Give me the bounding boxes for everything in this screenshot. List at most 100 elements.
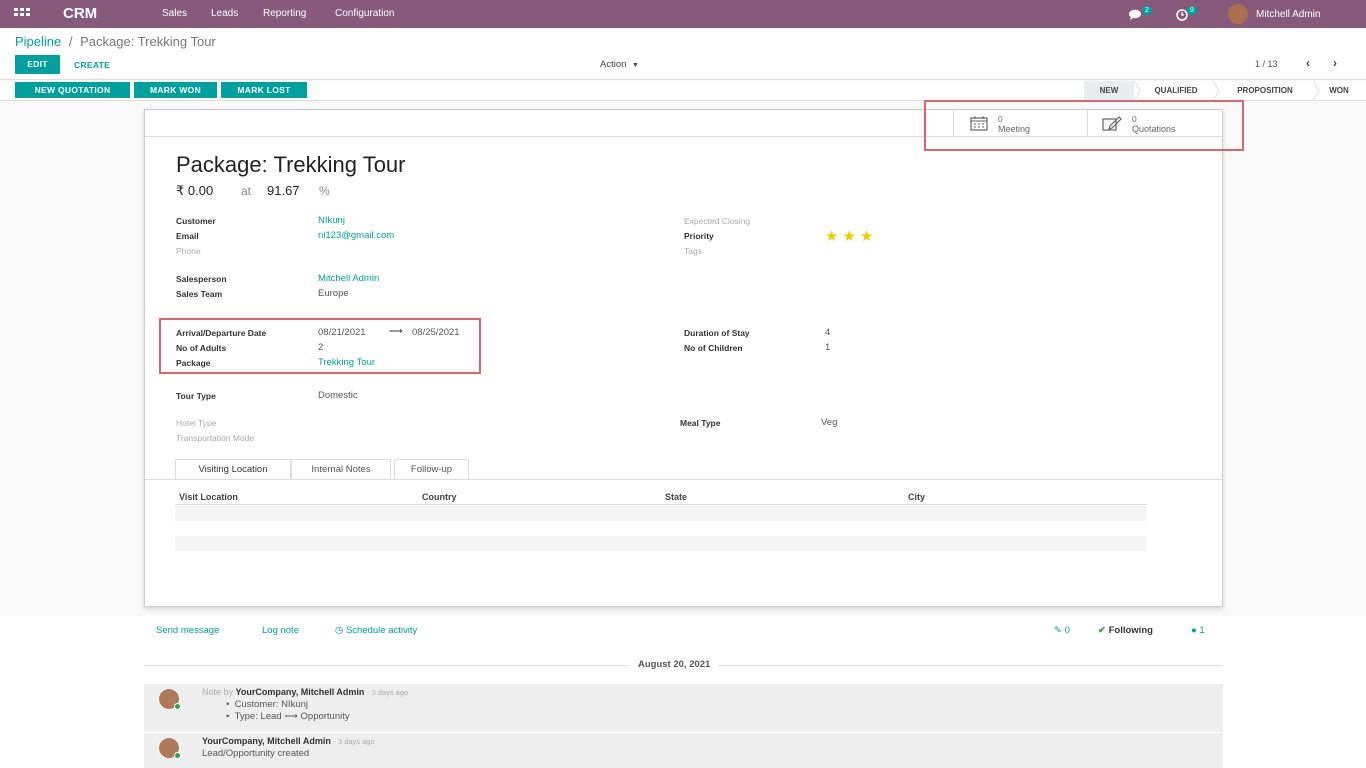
- priority-label: Priority: [684, 231, 714, 241]
- meal-type-label: Meal Type: [680, 418, 721, 428]
- column-state[interactable]: State: [665, 492, 687, 502]
- page-title: Package: Trekking Tour: [176, 152, 406, 177]
- new-quotation-button[interactable]: NEW QUOTATION: [15, 82, 130, 98]
- sales-team-field[interactable]: Europe: [318, 288, 349, 299]
- breadcrumb-current: Package: Trekking Tour: [80, 34, 216, 49]
- followers-button[interactable]: ● 1: [1191, 625, 1205, 636]
- tour-type-label: Tour Type: [176, 391, 216, 401]
- status-bar: NEW QUOTATION MARK WON MARK LOST NEW QUA…: [0, 81, 1366, 101]
- log-note-button[interactable]: Log note: [262, 625, 299, 636]
- customer-field[interactable]: NIkunj: [318, 215, 345, 226]
- star-icon[interactable]: ★: [842, 228, 859, 245]
- activities-badge: 9: [1187, 6, 1197, 15]
- caret-down-icon: ▼: [632, 62, 639, 69]
- action-dropdown[interactable]: Action ▼: [600, 59, 639, 70]
- duration-label: Duration of Stay: [684, 328, 750, 338]
- expected-revenue: ₹ 0.00: [176, 183, 214, 198]
- message-header: YourCompany, Mitchell Admin - 3 days ago: [202, 736, 375, 746]
- breadcrumb-separator: /: [68, 34, 73, 49]
- transportation-label: Transportation Mode: [176, 433, 255, 443]
- pager-value[interactable]: 1 / 13: [1255, 59, 1278, 69]
- paperclip-icon: ✎: [1054, 625, 1062, 636]
- check-icon: ✔: [1098, 625, 1106, 636]
- chevron-right-icon[interactable]: ›: [1333, 56, 1337, 70]
- activities-button[interactable]: 9: [1176, 6, 1200, 22]
- note-by-label: Note by: [202, 687, 234, 697]
- at-label: at: [241, 184, 252, 198]
- stage-new[interactable]: NEW: [1084, 81, 1134, 100]
- email-field[interactable]: nl123@gmail.com: [318, 230, 394, 241]
- schedule-activity-button[interactable]: ◷ Schedule activity: [335, 625, 417, 636]
- message-time: - 3 days ago: [333, 737, 375, 746]
- children-field[interactable]: 1: [825, 342, 830, 353]
- meal-type-field[interactable]: Veg: [821, 417, 837, 428]
- date-separator: August 20, 2021: [630, 659, 719, 670]
- user-menu[interactable]: Mitchell Admin: [1228, 4, 1348, 24]
- send-message-button[interactable]: Send message: [156, 625, 219, 636]
- tabs-divider: [145, 479, 1222, 480]
- tags-label: Tags: [684, 246, 702, 256]
- chat-icon: [1129, 9, 1141, 20]
- tracking-line-customer: • Customer: NIkunj: [226, 699, 308, 710]
- message-author[interactable]: YourCompany, Mitchell Admin: [202, 736, 331, 746]
- online-status-icon: [174, 752, 181, 759]
- create-button[interactable]: CREATE: [74, 60, 110, 70]
- salesperson-field[interactable]: Mitchell Admin: [318, 273, 379, 284]
- messages-button[interactable]: 2: [1129, 6, 1153, 22]
- breadcrumb-pipeline[interactable]: Pipeline: [15, 34, 61, 49]
- priority-stars[interactable]: ★★★: [825, 227, 877, 245]
- probability-value: 91.67: [267, 183, 300, 198]
- attachments-count: 0: [1064, 625, 1070, 636]
- star-icon[interactable]: ★: [860, 228, 877, 245]
- apps-menu-icon[interactable]: [14, 8, 32, 20]
- edit-button[interactable]: EDIT: [15, 55, 60, 74]
- tour-type-field[interactable]: Domestic: [318, 390, 358, 401]
- message-created: YourCompany, Mitchell Admin - 3 days ago…: [144, 733, 1223, 768]
- message-header: Note by YourCompany, Mitchell Admin - 3 …: [202, 687, 408, 697]
- column-country[interactable]: Country: [422, 492, 457, 502]
- expected-closing-label: Expected Closing: [684, 216, 751, 226]
- chevron-left-icon[interactable]: ‹: [1306, 56, 1310, 70]
- highlight-box-tour-dates: [159, 318, 481, 374]
- action-label: Action: [600, 59, 627, 70]
- tracking-text: Type: Lead ⟶ Opportunity: [234, 711, 350, 722]
- mark-lost-button[interactable]: MARK LOST: [221, 82, 307, 98]
- message-author[interactable]: YourCompany, Mitchell Admin: [236, 687, 365, 697]
- chatter: Send message Log note ◷ Schedule activit…: [0, 616, 1366, 768]
- table-row: [175, 506, 1147, 521]
- following-button[interactable]: ✔ Following: [1098, 625, 1153, 636]
- schedule-activity-label: Schedule activity: [345, 625, 418, 636]
- mark-won-button[interactable]: MARK WON: [134, 82, 217, 98]
- messages-badge: 2: [1142, 6, 1152, 15]
- menu-sales[interactable]: Sales: [162, 8, 187, 19]
- tab-visiting-location[interactable]: Visiting Location: [175, 459, 291, 479]
- menu-configuration[interactable]: Configuration: [335, 8, 394, 19]
- control-panel: Pipeline / Package: Trekking Tour EDIT C…: [0, 28, 1366, 80]
- attachments-button[interactable]: ✎ 0: [1054, 625, 1070, 636]
- tracking-text: Customer: NIkunj: [234, 699, 308, 710]
- column-city[interactable]: City: [908, 492, 925, 502]
- children-label: No of Children: [684, 343, 743, 353]
- avatar: [1228, 4, 1248, 24]
- menu-leads[interactable]: Leads: [211, 8, 238, 19]
- tracking-line-type: • Type: Lead ⟶ Opportunity: [226, 711, 350, 722]
- table-header-divider: [175, 504, 1147, 505]
- email-label: Email: [176, 231, 199, 241]
- tab-follow-up[interactable]: Follow-up: [394, 459, 469, 479]
- star-icon[interactable]: ★: [825, 228, 842, 245]
- tab-internal-notes[interactable]: Internal Notes: [291, 459, 391, 479]
- message-body: Lead/Opportunity created: [202, 748, 310, 759]
- clock-icon: ◷: [335, 625, 344, 636]
- salesperson-label: Salesperson: [176, 274, 227, 284]
- column-visit-location[interactable]: Visit Location: [179, 492, 238, 502]
- online-status-icon: [174, 703, 181, 710]
- user-name: Mitchell Admin: [1256, 9, 1321, 20]
- stage-arrows: [1133, 81, 1320, 101]
- following-label: Following: [1108, 625, 1153, 636]
- app-brand[interactable]: CRM: [63, 5, 97, 22]
- hotel-type-label: Hotel Type: [176, 418, 217, 428]
- menu-reporting[interactable]: Reporting: [263, 8, 306, 19]
- phone-label: Phone: [176, 246, 201, 256]
- percent-label: %: [319, 184, 330, 198]
- duration-field[interactable]: 4: [825, 327, 830, 338]
